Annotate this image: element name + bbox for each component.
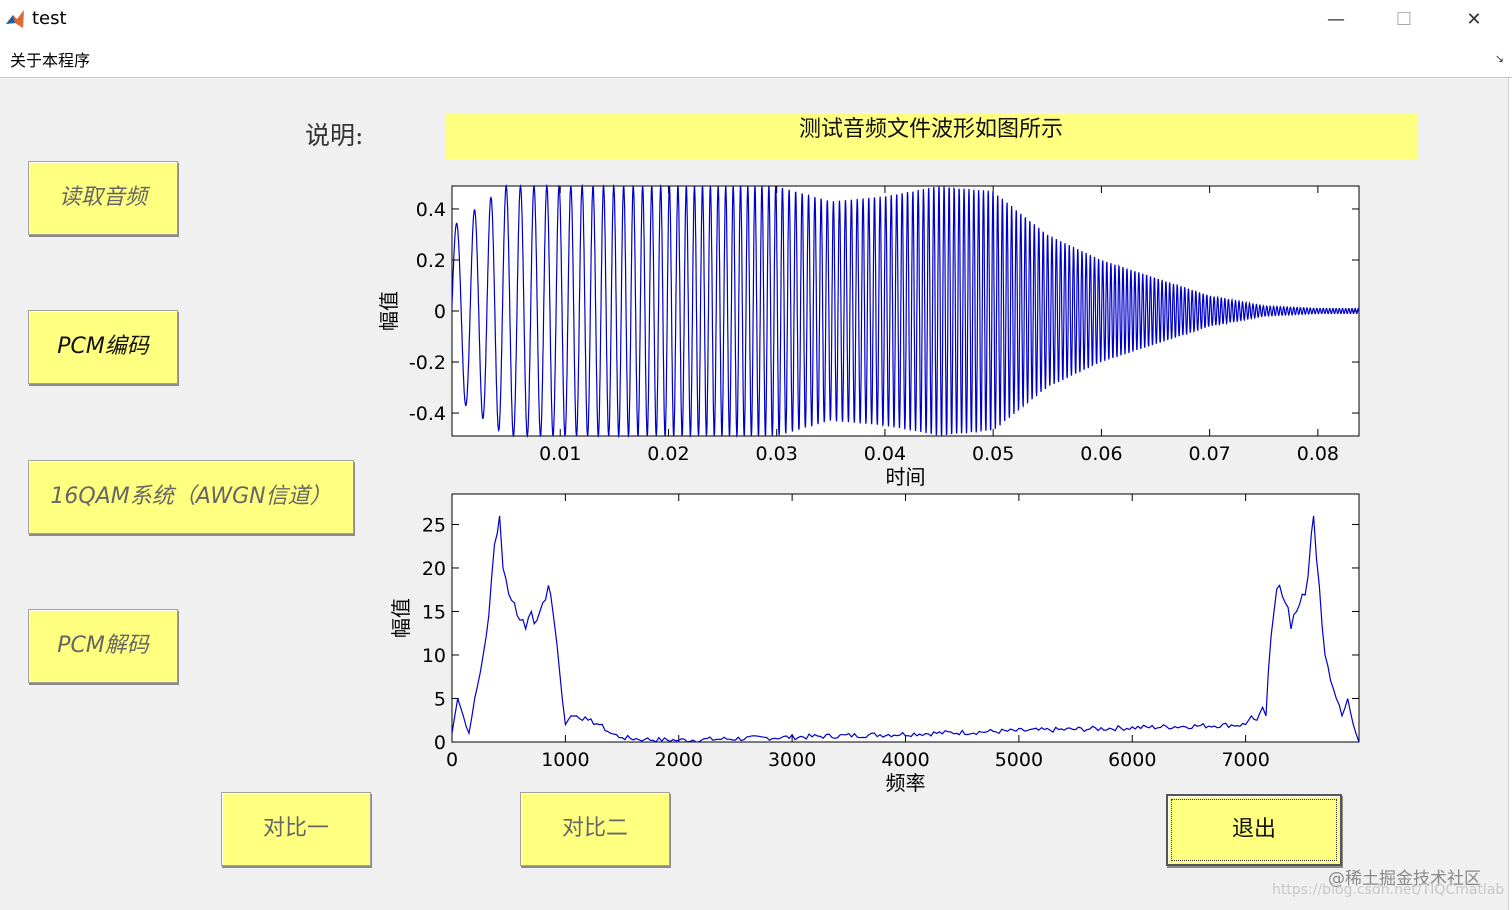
x-axis-label: 频率 <box>886 771 926 795</box>
y-axis-label: 幅值 <box>377 291 401 331</box>
spectrum-chart: 0 5 10 15 20 25 0 1000 2000 3000 4000 5000 6000 7000 频… <box>389 493 1360 795</box>
x-tick-label: 0.08 <box>1297 443 1339 465</box>
pcm-encode-button[interactable]: PCM编码 <box>28 310 178 384</box>
compare-two-button[interactable]: 对比二 <box>520 792 670 866</box>
title-bar: test — ☐ ✕ <box>0 0 1512 40</box>
minimize-button[interactable]: — <box>1306 0 1366 40</box>
close-button[interactable]: ✕ <box>1444 0 1504 40</box>
y-tick-label: 0.2 <box>416 250 446 272</box>
pcm-decode-button[interactable]: PCM解码 <box>28 609 178 683</box>
y-tick-label: -0.2 <box>409 352 446 374</box>
y-tick-label: 15 <box>422 601 446 623</box>
x-tick-label: 5000 <box>995 749 1043 771</box>
y-tick-label: -0.4 <box>409 403 446 425</box>
x-tick-label: 4000 <box>881 749 929 771</box>
x-tick-label: 0.06 <box>1080 443 1122 465</box>
exit-button[interactable]: 退出 <box>1166 794 1342 866</box>
x-tick-label: 0.07 <box>1188 443 1230 465</box>
time-waveform-chart: 0.4 0.2 0 -0.2 -0.4 0.01 0.02 0.03 0.04 0.05 0.06 0… <box>377 183 1360 489</box>
x-tick-label: 3000 <box>768 749 816 771</box>
x-tick-label: 2000 <box>655 749 703 771</box>
x-tick-label: 7000 <box>1221 749 1269 771</box>
x-tick-label: 6000 <box>1108 749 1156 771</box>
corner-arrow-icon: ↘ <box>1494 52 1504 65</box>
plot-area <box>451 493 1360 743</box>
description-box: 测试音频文件波形如图所示 <box>445 114 1417 160</box>
x-tick-label: 0.01 <box>539 443 581 465</box>
y-tick-label: 0 <box>434 732 446 754</box>
x-tick-label: 0.02 <box>647 443 689 465</box>
x-tick-label: 0.04 <box>864 443 906 465</box>
x-tick-label: 0.05 <box>972 443 1014 465</box>
compare-one-button[interactable]: 对比一 <box>221 792 371 866</box>
y-tick-label: 25 <box>422 514 446 536</box>
matlab-icon <box>6 10 24 28</box>
y-axis-label: 幅值 <box>389 598 413 638</box>
description-label: 说明: <box>305 121 364 150</box>
maximize-button[interactable]: ☐ <box>1374 0 1434 40</box>
y-tick-label: 20 <box>422 558 446 580</box>
y-tick-label: 10 <box>422 645 446 667</box>
y-tick-label: 5 <box>434 688 446 710</box>
x-tick-label: 0 <box>446 749 458 771</box>
menu-bar: 关于本程序 ↘ <box>0 40 1512 78</box>
x-tick-label: 0.03 <box>756 443 798 465</box>
qam-system-button[interactable]: 16QAM系统（AWGN信道） <box>28 460 354 534</box>
window-right-edge <box>1508 78 1512 910</box>
x-tick-label: 1000 <box>541 749 589 771</box>
y-tick-label: 0.4 <box>416 199 446 221</box>
menu-item-about[interactable]: 关于本程序 <box>10 47 90 71</box>
read-audio-button[interactable]: 读取音频 <box>28 161 178 235</box>
watermark-url: https://blog.csdn.net/TIQCmatlab <box>1272 882 1505 898</box>
window-title: test <box>32 8 67 29</box>
y-tick-label: 0 <box>434 301 446 323</box>
